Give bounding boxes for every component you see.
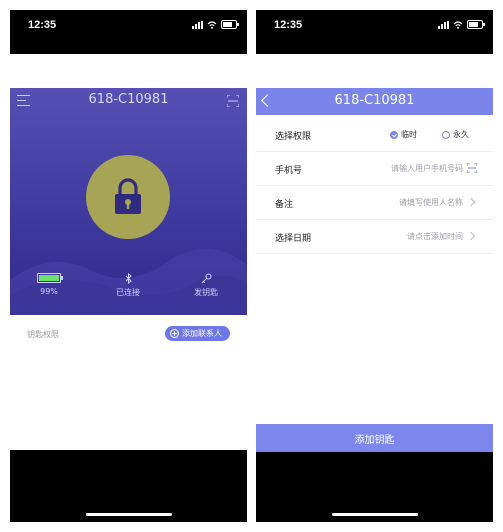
hero-panel: 618-C10981 99% 已连接 发钥匙 [10, 88, 247, 315]
unlock-button[interactable] [86, 155, 170, 239]
scan-icon[interactable] [227, 95, 239, 107]
signal-icon [192, 20, 203, 29]
top-spacer [10, 54, 247, 72]
key-icon [201, 273, 211, 283]
permission-row: 选择权限 临时 永久 [256, 118, 493, 152]
add-contact-button[interactable]: 添加联系人 [165, 326, 230, 341]
status-indicators [192, 20, 239, 29]
phone-row[interactable]: 手机号 请输入用户手机号码 [256, 152, 493, 186]
wifi-icon [453, 20, 463, 29]
radio-permanent[interactable]: 永久 [442, 129, 469, 140]
date-label: 选择日期 [275, 234, 312, 244]
status-time: 12:35 [28, 19, 57, 31]
chevron-right-icon [466, 231, 476, 241]
phone-input[interactable]: 请输入用户手机号码 [391, 163, 463, 174]
permission-label: 选择权限 [275, 132, 312, 142]
radio-temporary-label: 临时 [401, 130, 417, 139]
date-row[interactable]: 选择日期 请点击添加时间 [256, 220, 493, 254]
top-spacer [256, 54, 493, 72]
radio-unchecked-icon [442, 130, 450, 139]
home-indicator [331, 513, 418, 516]
status-bar: 12:35 [10, 10, 247, 50]
add-contact-label: 添加联系人 [182, 329, 222, 338]
phone-left: 12:35 618-C10981 99% 已连接 发钥匙 钥匙权限 添加联系人 [10, 10, 247, 522]
lock-icon [115, 178, 141, 214]
add-key-screen: 618-C10981 选择权限 临时 永久 手机号 请输入用户手机号码 备注 请… [256, 72, 493, 452]
radio-permanent-label: 永久 [453, 130, 469, 139]
plus-circle-icon [170, 329, 179, 338]
battery-stat: 99% [19, 272, 79, 296]
signal-icon [438, 20, 449, 29]
send-key-button[interactable]: 发钥匙 [176, 272, 236, 298]
lock-home-screen: 618-C10981 99% 已连接 发钥匙 钥匙权限 添加联系人 [10, 72, 247, 450]
phone-right: 12:35 618-C10981 选择权限 临时 永久 手机号 请输入用户手机号… [256, 10, 493, 522]
bluetooth-stat: 已连接 [98, 272, 158, 298]
phone-label: 手机号 [275, 166, 303, 176]
device-title: 618-C10981 [88, 92, 169, 107]
status-indicators [438, 20, 485, 29]
send-key-label: 发钥匙 [194, 288, 218, 297]
key-permissions-label: 钥匙权限 [27, 330, 59, 339]
note-row[interactable]: 备注 请填写使用人名称 [256, 186, 493, 220]
radio-checked-icon [390, 130, 398, 139]
home-indicator [85, 513, 172, 516]
scan-contact-icon[interactable] [467, 163, 477, 173]
status-battery-icon [467, 20, 485, 29]
bluetooth-icon [125, 272, 132, 284]
nav-bar: 618-C10981 [256, 88, 493, 115]
battery-label: 99% [40, 287, 58, 296]
chevron-right-icon [466, 197, 476, 207]
key-permissions-row: 钥匙权限 添加联系人 [10, 324, 247, 346]
status-bar: 12:35 [256, 10, 493, 50]
add-key-button[interactable]: 添加钥匙 [256, 424, 493, 452]
status-battery-icon [221, 20, 239, 29]
radio-temporary[interactable]: 临时 [390, 129, 417, 140]
note-input[interactable]: 请填写使用人名称 [399, 197, 463, 208]
date-input[interactable]: 请点击添加时间 [407, 231, 463, 242]
device-title: 618-C10981 [334, 93, 415, 108]
bluetooth-label: 已连接 [116, 288, 140, 297]
wifi-icon [207, 20, 217, 29]
battery-icon [37, 273, 63, 283]
note-label: 备注 [275, 200, 294, 210]
status-time: 12:35 [274, 19, 303, 31]
